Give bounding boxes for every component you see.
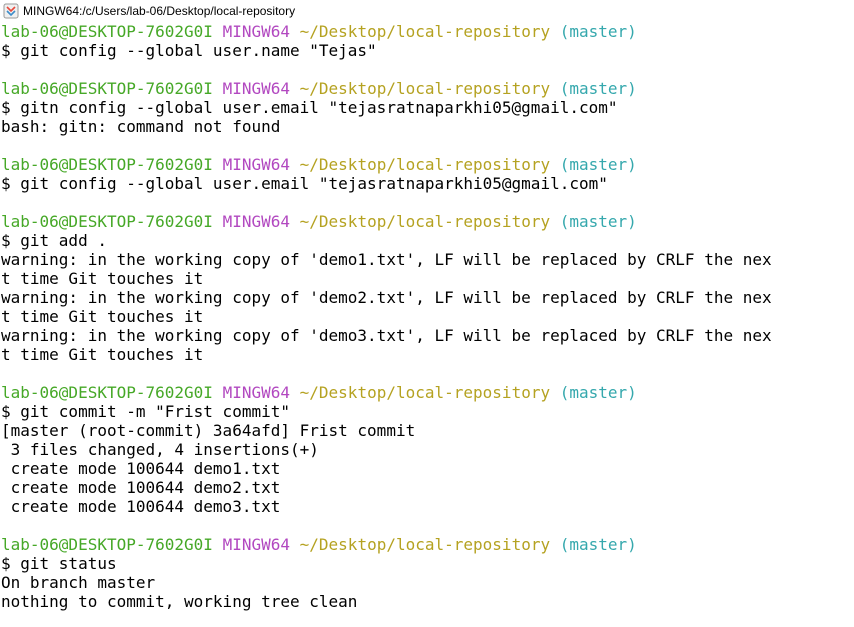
output-line: create mode 100644 demo1.txt	[1, 459, 281, 478]
prompt-path: ~/Desktop/local-repository	[299, 79, 551, 98]
prompt-branch: (master)	[559, 535, 637, 554]
output-line: t time Git touches it	[1, 307, 204, 326]
output-line: nothing to commit, working tree clean	[1, 592, 358, 611]
prompt-path: ~/Desktop/local-repository	[299, 212, 551, 231]
prompt-path: ~/Desktop/local-repository	[299, 535, 551, 554]
output-line: warning: in the working copy of 'demo3.t…	[1, 326, 772, 345]
command-line: $ git add .	[1, 231, 107, 250]
prompt-system: MINGW64	[222, 383, 290, 402]
prompt-user-host: lab-06@DESKTOP-7602G0I	[1, 79, 213, 98]
prompt-branch: (master)	[559, 155, 637, 174]
output-line: 3 files changed, 4 insertions(+)	[1, 440, 319, 459]
output-line: create mode 100644 demo3.txt	[1, 497, 281, 516]
prompt-system: MINGW64	[222, 535, 290, 554]
title-bar[interactable]: MINGW64:/c/Users/lab-06/Desktop/local-re…	[0, 0, 854, 22]
command-line: $ git config --global user.name "Tejas"	[1, 41, 377, 60]
output-line: t time Git touches it	[1, 345, 204, 364]
prompt-branch: (master)	[559, 383, 637, 402]
output-line: create mode 100644 demo2.txt	[1, 478, 281, 497]
output-line: t time Git touches it	[1, 269, 204, 288]
prompt-path: ~/Desktop/local-repository	[299, 22, 551, 41]
git-bash-icon	[3, 3, 19, 19]
command-line: $ gitn config --global user.email "tejas…	[1, 98, 618, 117]
prompt-system: MINGW64	[222, 155, 290, 174]
output-line: warning: in the working copy of 'demo1.t…	[1, 250, 772, 269]
prompt-line: lab-06@DESKTOP-7602G0I MINGW64 ~/Desktop…	[1, 383, 854, 402]
prompt-user-host: lab-06@DESKTOP-7602G0I	[1, 22, 213, 41]
terminal-window[interactable]: MINGW64:/c/Users/lab-06/Desktop/local-re…	[0, 0, 854, 627]
prompt-line: lab-06@DESKTOP-7602G0I MINGW64 ~/Desktop…	[1, 79, 854, 98]
command-line: $ git commit -m "Frist commit"	[1, 402, 290, 421]
prompt-user-host: lab-06@DESKTOP-7602G0I	[1, 212, 213, 231]
output-line: warning: in the working copy of 'demo2.t…	[1, 288, 772, 307]
command-line: $ git config --global user.email "tejasr…	[1, 174, 608, 193]
prompt-system: MINGW64	[222, 79, 290, 98]
prompt-system: MINGW64	[222, 22, 290, 41]
output-line: [master (root-commit) 3a64afd] Frist com…	[1, 421, 416, 440]
prompt-user-host: lab-06@DESKTOP-7602G0I	[1, 155, 213, 174]
prompt-path: ~/Desktop/local-repository	[299, 155, 551, 174]
terminal-output[interactable]: lab-06@DESKTOP-7602G0I MINGW64 ~/Desktop…	[0, 22, 854, 611]
output-line: On branch master	[1, 573, 156, 592]
prompt-user-host: lab-06@DESKTOP-7602G0I	[1, 383, 213, 402]
prompt-line: lab-06@DESKTOP-7602G0I MINGW64 ~/Desktop…	[1, 22, 854, 41]
prompt-line: lab-06@DESKTOP-7602G0I MINGW64 ~/Desktop…	[1, 212, 854, 231]
prompt-user-host: lab-06@DESKTOP-7602G0I	[1, 535, 213, 554]
prompt-branch: (master)	[559, 79, 637, 98]
output-line: bash: gitn: command not found	[1, 117, 281, 136]
prompt-line: lab-06@DESKTOP-7602G0I MINGW64 ~/Desktop…	[1, 155, 854, 174]
prompt-line: lab-06@DESKTOP-7602G0I MINGW64 ~/Desktop…	[1, 535, 854, 554]
prompt-path: ~/Desktop/local-repository	[299, 383, 551, 402]
prompt-branch: (master)	[559, 212, 637, 231]
prompt-branch: (master)	[559, 22, 637, 41]
prompt-system: MINGW64	[222, 212, 290, 231]
command-line: $ git status	[1, 554, 117, 573]
window-title: MINGW64:/c/Users/lab-06/Desktop/local-re…	[23, 4, 296, 18]
